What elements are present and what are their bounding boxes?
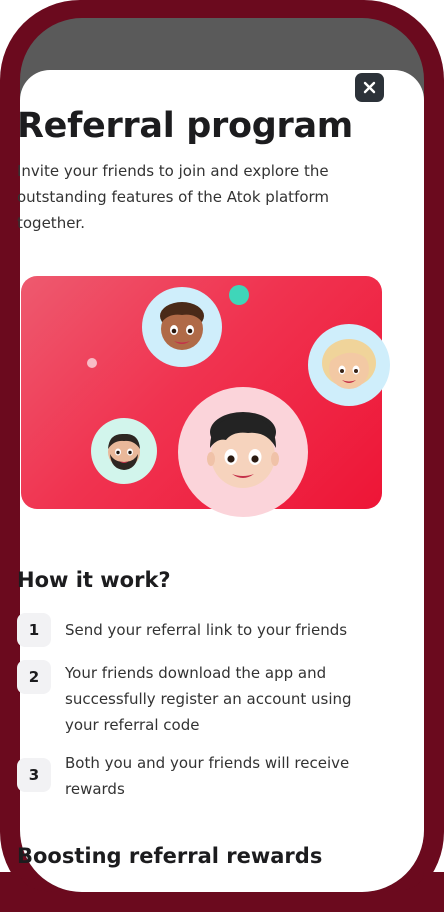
avatar-friend-top (142, 287, 222, 367)
close-icon (363, 81, 376, 94)
step-text: Both you and your friends will receive r… (65, 754, 350, 798)
step-number: 3 (17, 758, 51, 792)
page-title: Referral program (17, 106, 353, 146)
avatar-woman-icon (322, 339, 376, 389)
step-number: 1 (17, 613, 51, 647)
avatar-bearded-man-icon (108, 433, 140, 470)
avatar-user-main (178, 387, 308, 517)
avatar-boy-icon (160, 302, 204, 350)
avatar-user-icon (207, 412, 279, 488)
decor-dot-teal (229, 285, 249, 305)
avatar-friend-right (308, 324, 390, 406)
close-button[interactable] (355, 73, 384, 102)
how-it-works-title: How it work? (17, 568, 171, 592)
frame-bottom-bezel (0, 872, 444, 912)
step-item: 3 Both you and your friends will receive… (17, 754, 387, 810)
step-item: 1 Send your referral link to your friend… (17, 613, 387, 647)
avatar-friend-left (91, 418, 157, 484)
step-text: Send your referral link to your friends (65, 621, 348, 639)
page-description: Invite your friends to join and explore … (17, 162, 330, 232)
step-number: 2 (17, 660, 51, 694)
decor-dot-pink (87, 358, 97, 368)
boosting-rewards-title: Boosting referral rewards (17, 844, 323, 868)
step-text: Your friends download the app and succes… (65, 664, 352, 734)
step-item: 2 Your friends download the app and succ… (17, 660, 387, 738)
